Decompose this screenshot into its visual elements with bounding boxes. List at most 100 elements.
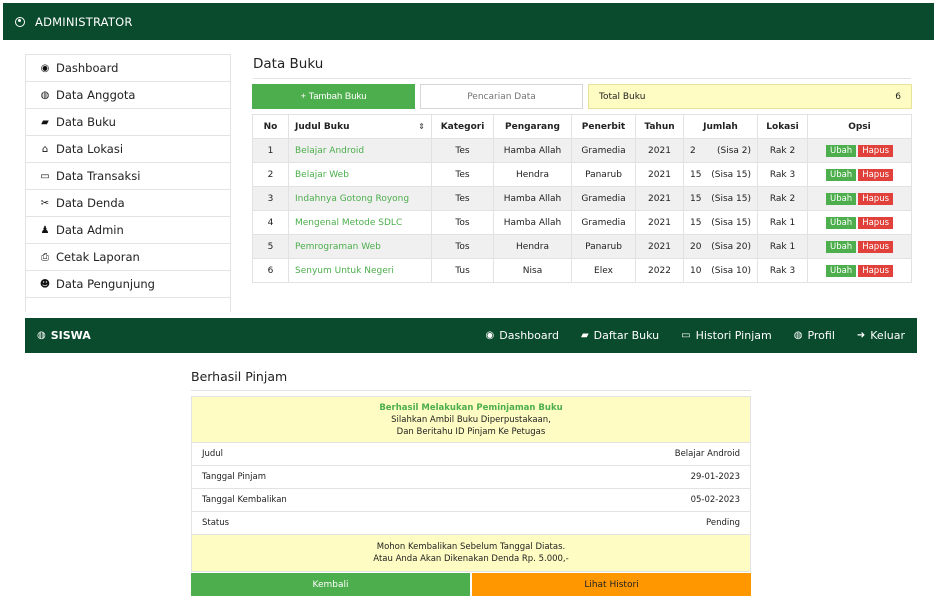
delete-button[interactable]: Hapus (858, 216, 894, 229)
detail-value: 29-01-2023 (690, 472, 740, 482)
add-book-button[interactable]: + Tambah Buku (252, 84, 415, 109)
cell-tahun: 2021 (635, 138, 684, 163)
success-line-1: Silahkan Ambil Buku Diperpustakaan, (391, 415, 551, 425)
view-history-button[interactable]: Lihat Histori (472, 573, 751, 596)
cell-penerbit: Panarub (571, 234, 636, 259)
siswa-brand[interactable]: ◍ SISWA (37, 329, 91, 342)
cell-no: 6 (252, 258, 289, 283)
book-title-link[interactable]: Belajar Android (288, 138, 432, 163)
cell-tahun: 2022 (635, 258, 684, 283)
nav-histori-pinjam[interactable]: ▭ Histori Pinjam (681, 329, 772, 342)
table-row: 6 Senyum Untuk Negeri Tus Nisa Elex 2022… (252, 258, 912, 283)
cell-lokasi: Rak 3 (757, 162, 808, 187)
cell-opsi: Ubah Hapus (807, 186, 912, 211)
sidebar-item-data-pengunjung[interactable]: ☻ Data Pengunjung (26, 271, 230, 298)
column-header: No (252, 114, 289, 139)
table-row: 5 Pemrograman Web Tos Hendra Panarub 202… (252, 234, 912, 259)
sidebar-item-data-buku[interactable]: ▰ Data Buku (26, 109, 230, 136)
book-title-link[interactable]: Belajar Web (288, 162, 432, 187)
user-circle-icon: ◍ (37, 330, 46, 341)
cell-kategori: Tos (431, 234, 494, 259)
admin-sidebar: ◉ Dashboard ◍ Data Anggota ▰ Data Buku ⌂ Dat… (25, 54, 231, 312)
nav-label: Profil (807, 329, 835, 342)
book-title-link[interactable]: Pemrograman Web (288, 234, 432, 259)
nav-profil[interactable]: ◍ Profil (794, 329, 835, 342)
cell-pengarang: Nisa (493, 258, 572, 283)
siswa-nav: ◉ Dashboard ▰ Daftar Buku ▭ Histori Pinjam … (486, 329, 905, 342)
delete-button[interactable]: Hapus (858, 264, 894, 277)
cell-opsi: Ubah Hapus (807, 258, 912, 283)
edit-button[interactable]: Ubah (825, 264, 857, 277)
cell-no: 2 (252, 162, 289, 187)
sort-icon[interactable]: ⇕ (418, 122, 425, 131)
column-header: Penerbit (571, 114, 636, 139)
cell-lokasi: Rak 1 (757, 234, 808, 259)
sisa-value: (Sisa 2) (716, 145, 751, 156)
column-header-sortable[interactable]: Judul Buku ⇕ (288, 114, 432, 139)
detail-label: Status (202, 518, 230, 528)
search-input[interactable] (420, 84, 583, 109)
success-line-2: Dan Beritahu ID Pinjam Ke Petugas (396, 427, 546, 437)
cell-lokasi: Rak 2 (757, 138, 808, 163)
cell-pengarang: Hendra (493, 234, 572, 259)
edit-button[interactable]: Ubah (825, 216, 857, 229)
jumlah-value: 15 (690, 169, 702, 180)
delete-button[interactable]: Hapus (858, 168, 894, 181)
nav-keluar[interactable]: ➜ Keluar (857, 329, 905, 342)
cell-jumlah: 10 (Sisa 10) (683, 258, 758, 283)
sidebar-item-label: Data Denda (56, 196, 125, 210)
table-header-row: No Judul Buku ⇕ Kategori Pengarang Penerb… (252, 114, 912, 139)
nav-daftar-buku[interactable]: ▰ Daftar Buku (581, 329, 659, 342)
table-row: 3 Indahnya Gotong Royong Tes Hamba Allah… (252, 186, 912, 211)
detail-label: Tanggal Pinjam (202, 472, 266, 482)
cell-lokasi: Rak 3 (757, 258, 808, 283)
edit-button[interactable]: Ubah (825, 144, 857, 157)
brand-label: SISWA (50, 329, 91, 342)
sisa-value: (Sisa 20) (711, 241, 751, 252)
back-button[interactable]: Kembali (191, 573, 470, 596)
cell-penerbit: Gramedia (571, 186, 636, 211)
sidebar-item-data-denda[interactable]: ✂ Data Denda (26, 190, 230, 217)
delete-button[interactable]: Hapus (858, 144, 894, 157)
cell-opsi: Ubah Hapus (807, 210, 912, 235)
sidebar-item-data-admin[interactable]: ♟ Data Admin (26, 217, 230, 244)
sidebar-item-label: Dashboard (56, 61, 119, 75)
detail-row-status: Status Pending (192, 512, 750, 535)
detail-row-tanggal-pinjam: Tanggal Pinjam 29-01-2023 (192, 466, 750, 489)
nav-dashboard[interactable]: ◉ Dashboard (486, 329, 559, 342)
book-title-link[interactable]: Indahnya Gotong Royong (288, 186, 432, 211)
sidebar-item-data-transaksi[interactable]: ▭ Data Transaksi (26, 163, 230, 190)
sidebar-item-cetak-laporan[interactable]: ⎙ Cetak Laporan (26, 244, 230, 271)
jumlah-value: 15 (690, 193, 702, 204)
sidebar-item-data-anggota[interactable]: ◍ Data Anggota (26, 82, 230, 109)
table-row: 2 Belajar Web Tes Hendra Panarub 2021 15… (252, 162, 912, 187)
cell-lokasi: Rak 2 (757, 186, 808, 211)
print-icon: ⎙ (41, 251, 49, 263)
jumlah-value: 20 (690, 241, 702, 252)
sidebar-item-label: Data Anggota (56, 88, 136, 102)
delete-button[interactable]: Hapus (858, 192, 894, 205)
edit-button[interactable]: Ubah (825, 192, 857, 205)
cell-tahun: 2021 (635, 234, 684, 259)
user-secret-icon: ♟ (40, 224, 50, 236)
cell-pengarang: Hamba Allah (493, 138, 572, 163)
sidebar-item-data-lokasi[interactable]: ⌂ Data Lokasi (26, 136, 230, 163)
book-title-link[interactable]: Senyum Untuk Negeri (288, 258, 432, 283)
edit-button[interactable]: Ubah (825, 168, 857, 181)
book-title-link[interactable]: Mengenal Metode SDLC (288, 210, 432, 235)
cell-kategori: Tus (431, 258, 494, 283)
sidebar-item-label: Cetak Laporan (56, 250, 140, 264)
admin-title: ADMINISTRATOR (35, 14, 133, 29)
cell-jumlah: 15 (Sisa 15) (683, 186, 758, 211)
users-icon: ☻ (39, 278, 51, 290)
sidebar-item-label: Data Pengunjung (56, 277, 155, 291)
fine-warning: Mohon Kembalikan Sebelum Tanggal Diatas.… (192, 535, 750, 571)
admin-header: ADMINISTRATOR (3, 3, 934, 40)
cell-kategori: Tes (431, 162, 494, 187)
delete-button[interactable]: Hapus (858, 240, 894, 253)
sidebar-item-dashboard[interactable]: ◉ Dashboard (26, 55, 230, 82)
edit-button[interactable]: Ubah (825, 240, 857, 253)
cell-kategori: Tes (431, 138, 494, 163)
cell-penerbit: Elex (571, 258, 636, 283)
